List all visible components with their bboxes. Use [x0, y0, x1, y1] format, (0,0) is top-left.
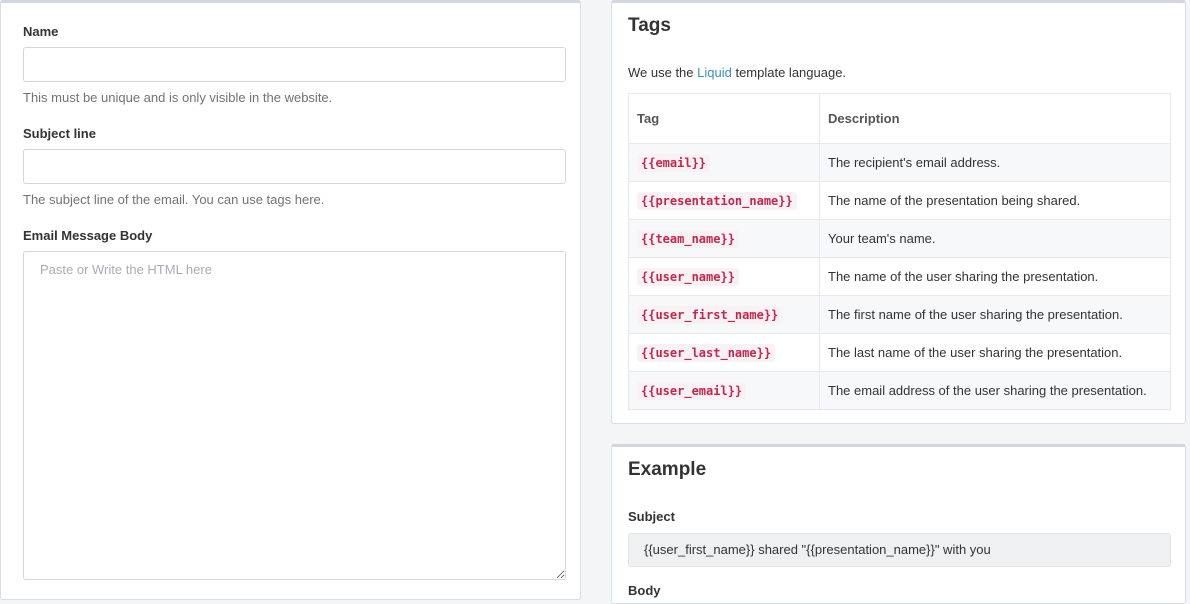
table-row: {{user_first_name}} The first name of th… [628, 295, 1171, 334]
tag-code: {{presentation_name}} [637, 191, 797, 210]
tag-code: {{user_name}} [637, 267, 739, 286]
description-cell: The last name of the user sharing the pr… [819, 333, 1171, 372]
tag-cell: {{user_last_name}} [628, 333, 820, 372]
email-body-textarea[interactable] [23, 251, 566, 580]
tag-cell: {{team_name}} [628, 219, 820, 258]
name-help-text: This must be unique and is only visible … [23, 90, 333, 105]
tag-code: {{user_last_name}} [637, 343, 776, 362]
example-subject-text: {{user_first_name}} shared "{{presentati… [628, 533, 1171, 567]
tag-column-header: Tag [628, 93, 820, 144]
example-panel: Example Subject {{user_first_name}} shar… [611, 444, 1186, 604]
tags-table: Tag Description {{email}} The recipient'… [628, 93, 1171, 410]
table-row: {{presentation_name}} The name of the pr… [628, 181, 1171, 220]
table-row: {{user_name}} The name of the user shari… [628, 257, 1171, 296]
template-form-panel: Name This must be unique and is only vis… [0, 0, 581, 600]
description-column-header: Description [819, 93, 1171, 144]
tag-code: {{team_name}} [637, 229, 739, 248]
tags-intro-suffix: template language. [731, 65, 847, 80]
description-cell: Your team's name. [819, 219, 1171, 258]
tag-code: {{user_first_name}} [637, 305, 783, 324]
description-cell: The name of the user sharing the present… [819, 257, 1171, 296]
tag-code: {{user_email}} [637, 381, 747, 400]
example-panel-title: Example [628, 459, 707, 480]
table-row: {{email}} The recipient's email address. [628, 143, 1171, 182]
tags-panel-title: Tags [628, 15, 671, 36]
name-input[interactable] [23, 47, 566, 82]
liquid-link[interactable]: Liquid [697, 65, 732, 80]
description-cell: The name of the presentation being share… [819, 181, 1171, 220]
tag-cell: {{user_name}} [628, 257, 820, 296]
example-body-label: Body [628, 583, 661, 598]
tags-intro: We use the Liquid template language. [628, 65, 846, 80]
subject-line-help-text: The subject line of the email. You can u… [23, 192, 325, 207]
tags-intro-prefix: We use the [628, 65, 698, 80]
tags-table-header: Tag Description [628, 93, 1171, 144]
table-row: {{user_email}} The email address of the … [628, 371, 1171, 410]
tag-cell: {{user_email}} [628, 371, 820, 410]
description-cell: The first name of the user sharing the p… [819, 295, 1171, 334]
subject-line-label: Subject line [23, 126, 96, 141]
tag-cell: {{user_first_name}} [628, 295, 820, 334]
tag-cell: {{presentation_name}} [628, 181, 820, 220]
email-body-label: Email Message Body [23, 228, 153, 243]
example-subject-label: Subject [628, 509, 675, 524]
subject-line-input[interactable] [23, 149, 566, 184]
tags-panel: Tags We use the Liquid template language… [611, 0, 1186, 424]
tag-cell: {{email}} [628, 143, 820, 182]
description-cell: The recipient's email address. [819, 143, 1171, 182]
table-row: {{user_last_name}} The last name of the … [628, 333, 1171, 372]
table-row: {{team_name}} Your team's name. [628, 219, 1171, 258]
name-label: Name [23, 24, 59, 39]
description-cell: The email address of the user sharing th… [819, 371, 1171, 410]
tag-code: {{email}} [637, 153, 711, 172]
